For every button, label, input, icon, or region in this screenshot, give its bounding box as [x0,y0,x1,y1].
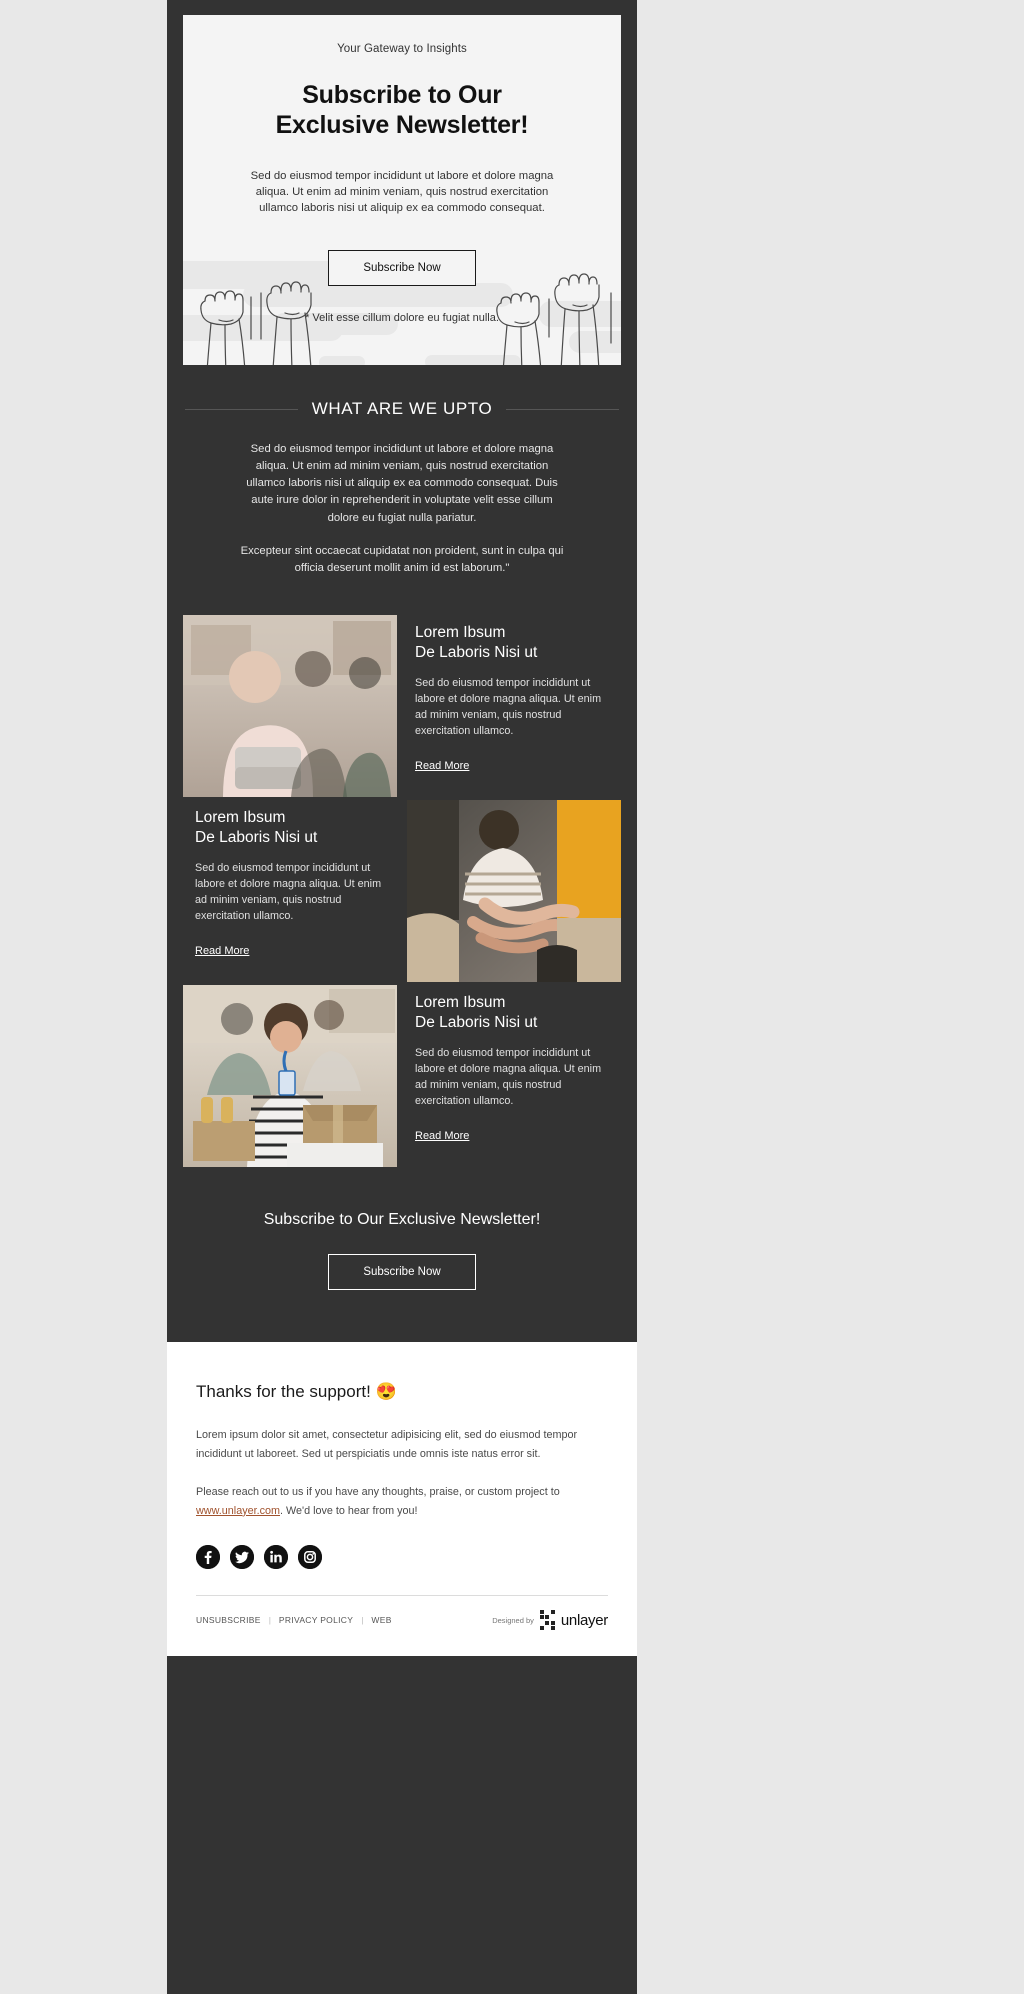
privacy-policy-link[interactable]: PRIVACY POLICY [279,1615,353,1625]
hero-subscribe-button[interactable]: Subscribe Now [328,250,476,287]
card-row: Lorem Ibsum De Laboris Nisi ut Sed do ei… [183,985,621,1168]
card-title: Lorem Ibsum De Laboris Nisi ut [195,808,389,848]
card-title: Lorem Ibsum De Laboris Nisi ut [415,623,609,663]
hero-title: Subscribe to Our Exclusive Newsletter! [223,81,581,140]
hero-section: Your Gateway to Insights Subscribe to Ou… [183,15,621,365]
instagram-glyph [298,1544,322,1569]
designed-by-unlayer: Designed by unlayer [492,1609,608,1631]
card-image [183,985,397,1168]
unlayer-logo-icon [539,1609,555,1631]
hero-title-line-2: Exclusive Newsletter! [275,110,529,139]
card-row: Lorem Ibsum De Laboris Nisi ut Sed do ei… [183,800,621,983]
card-read-more-link[interactable]: Read More [415,760,469,772]
upto-paragraph-1: Sed do eiusmod tempor incididunt ut labo… [246,443,558,524]
twitter-icon[interactable] [230,1544,254,1569]
unlayer-website-link[interactable]: www.unlayer.com [196,1505,280,1517]
footer-paragraph-2-post: . We'd love to hear from you! [280,1504,418,1517]
linkedin-glyph [264,1544,288,1569]
card-image-art [407,800,621,983]
screenshot-root: Your Gateway to Insights Subscribe to Ou… [0,0,1024,1994]
legal-links: UNSUBSCRIBE | PRIVACY POLICY | WEB [196,1615,392,1625]
facebook-glyph [196,1544,220,1569]
cta-subscribe-button[interactable]: Subscribe Now [328,1254,476,1291]
card-title-line-2: De Laboris Nisi ut [415,1014,538,1032]
card-image-art [183,985,397,1168]
instagram-icon[interactable] [298,1544,322,1569]
footer-paragraph-2-pre: Please reach out to us if you have any t… [196,1485,560,1498]
decor-shape [319,356,365,365]
card-body: Sed do eiusmod tempor incididunt ut labo… [415,677,602,738]
decor-shape [569,331,621,353]
card-text: Lorem Ibsum De Laboris Nisi ut Sed do ei… [183,800,407,982]
article-cards: Lorem Ibsum De Laboris Nisi ut Sed do ei… [167,615,637,1168]
card-image [183,615,397,798]
card-image-art [183,615,397,798]
cta-title: Subscribe to Our Exclusive Newsletter! [263,1211,541,1229]
card-title-line-2: De Laboris Nisi ut [415,644,538,662]
twitter-glyph [230,1544,254,1569]
card-read-more-link[interactable]: Read More [415,1130,469,1142]
legal-separator: | [268,1615,271,1626]
card-row: Lorem Ibsum De Laboris Nisi ut Sed do ei… [183,615,621,798]
unlayer-brand-name: unlayer [560,1611,608,1629]
card-text: Lorem Ibsum De Laboris Nisi ut Sed do ei… [397,615,621,797]
footer-divider [196,1594,608,1596]
linkedin-icon[interactable] [264,1544,288,1569]
divider-right [506,408,620,410]
upto-paragraph-2: Excepteur sint occaecat cupidatat non pr… [240,544,564,574]
hero-title-line-1: Subscribe to Our [302,81,502,109]
card-text: Lorem Ibsum De Laboris Nisi ut Sed do ei… [397,985,621,1167]
card-title: Lorem Ibsum De Laboris Nisi ut [415,993,609,1033]
footer-heading: Thanks for the support! 😍 [196,1382,397,1402]
hero-body-text: Sed do eiusmod tempor incididunt ut labo… [250,170,554,215]
divider-left [185,408,298,410]
hero-eyebrow: Your Gateway to Insights [337,43,467,55]
upto-heading-row: WHAT ARE WE UPTO [183,399,621,419]
web-link[interactable]: WEB [371,1615,391,1625]
facebook-icon[interactable] [196,1544,220,1569]
card-read-more-link[interactable]: Read More [195,945,249,957]
card-title-line-1: Lorem Ibsum [415,994,506,1012]
card-body: Sed do eiusmod tempor incididunt ut labo… [415,1047,602,1108]
email-body: Your Gateway to Insights Subscribe to Ou… [167,0,637,1994]
footer-paragraph-2: Please reach out to us if you have any t… [196,1483,608,1521]
card-title-line-2: De Laboris Nisi ut [195,829,318,847]
upto-title: WHAT ARE WE UPTO [311,399,493,418]
footer-paragraph-1: Lorem ipsum dolor sit amet, consectetur … [196,1429,578,1461]
designed-by-label: Designed by [492,1615,534,1625]
cta-section: Subscribe to Our Exclusive Newsletter! S… [167,1167,637,1342]
social-links [196,1544,608,1569]
card-image [407,800,621,983]
card-title-line-1: Lorem Ibsum [195,809,286,827]
upto-section: WHAT ARE WE UPTO Sed do eiusmod tempor i… [167,399,637,577]
decor-shape [425,355,521,365]
upto-body: Sed do eiusmod tempor incididunt ut labo… [237,441,567,577]
hero-footnote: * Velit esse cillum dolore eu fugiat nul… [305,312,499,325]
card-body: Sed do eiusmod tempor incididunt ut labo… [195,862,382,923]
card-title-line-1: Lorem Ibsum [415,624,506,642]
unsubscribe-link[interactable]: UNSUBSCRIBE [196,1615,261,1625]
footer-section: Thanks for the support! 😍 Lorem ipsum do… [167,1342,637,1657]
footer-bottom-row: UNSUBSCRIBE | PRIVACY POLICY | WEB Desig… [196,1609,608,1631]
legal-separator: | [361,1615,364,1626]
